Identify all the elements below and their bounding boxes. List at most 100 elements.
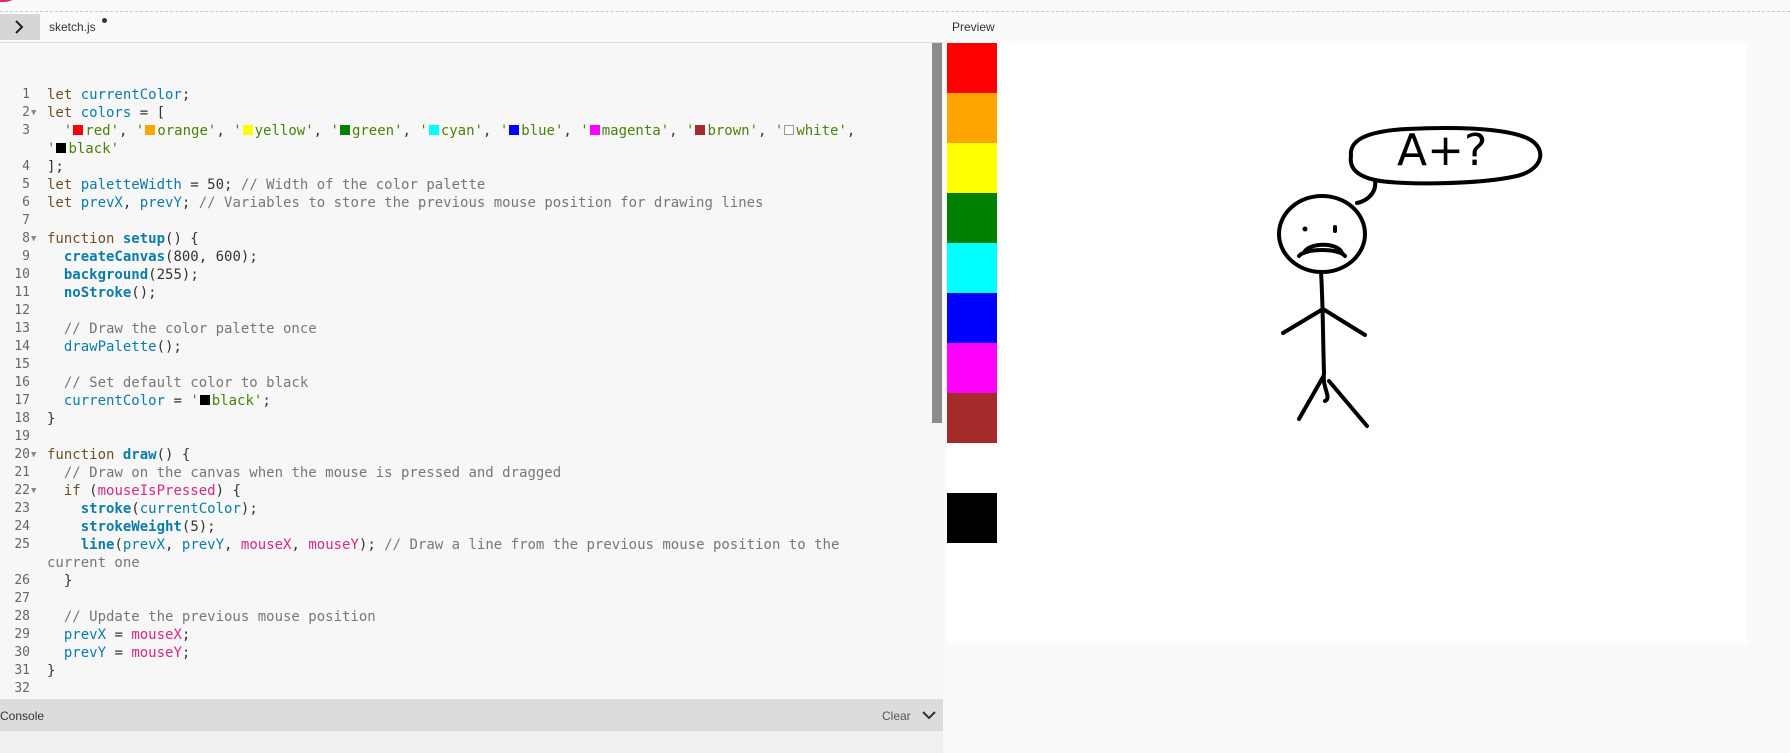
code-token: black'	[211, 393, 263, 409]
code-token: let	[47, 87, 81, 103]
speech-text: A+?	[1397, 125, 1487, 176]
code-token: ,	[165, 537, 182, 553]
code-text: ' black'	[47, 140, 119, 158]
line-number: 15	[14, 357, 30, 372]
line-number: 13	[14, 321, 30, 336]
color-swatch-icon	[339, 125, 350, 135]
code-line[interactable]: 7	[0, 212, 930, 230]
sidebar-toggle-button[interactable]	[0, 14, 40, 40]
palette-swatch[interactable]	[947, 343, 997, 393]
code-line[interactable]: 13 // Draw the color palette once	[0, 320, 930, 338]
code-line[interactable]: 19	[0, 428, 930, 446]
chevron-down-icon[interactable]	[922, 709, 936, 721]
code-token: drawPalette	[63, 339, 157, 355]
code-token: ;	[181, 645, 191, 661]
code-line[interactable]: 23 stroke(currentColor);	[0, 500, 930, 518]
code-token: 800	[173, 249, 199, 265]
color-swatch-icon	[199, 395, 210, 405]
code-line[interactable]: 21 // Draw on the canvas when the mouse …	[0, 464, 930, 482]
palette-swatch[interactable]	[947, 393, 997, 443]
sketch-canvas[interactable]: A+?	[947, 43, 1747, 643]
fold-arrow-icon[interactable]: ▼	[31, 230, 36, 248]
line-number: 30	[14, 645, 30, 660]
code-token: =	[106, 627, 132, 643]
code-area[interactable]: 1 let currentColor; 2 ▼ let colors = [3 ' re…	[0, 68, 930, 699]
code-line[interactable]: 32	[0, 680, 930, 698]
code-token: if	[63, 483, 90, 499]
code-text: // Draw on the canvas when the mouse is …	[47, 464, 561, 482]
code-line[interactable]: 2 ▼ let colors = [	[0, 104, 930, 122]
fold-arrow-icon[interactable]: ▼	[31, 482, 36, 500]
code-token: 600	[215, 249, 241, 265]
palette-swatch[interactable]	[947, 143, 997, 193]
code-token: );	[358, 537, 385, 553]
code-line[interactable]: 28 // Update the previous mouse position	[0, 608, 930, 626]
code-token: '	[580, 123, 589, 139]
code-line[interactable]: 9 createCanvas(800, 600);	[0, 248, 930, 266]
editor-scrollbar[interactable]	[932, 43, 942, 423]
palette-swatch[interactable]	[947, 293, 997, 343]
code-line[interactable]: 4];	[0, 158, 930, 176]
code-line[interactable]: 25 line(prevX, prevY, mouseX, mouseY); /…	[0, 536, 930, 554]
fold-arrow-icon[interactable]: ▼	[31, 104, 36, 122]
code-line[interactable]: current one	[0, 554, 930, 572]
code-token: // Width of the color palette	[240, 177, 486, 193]
code-line[interactable]: 20 ▼ function draw() {	[0, 446, 930, 464]
code-line[interactable]: 10 background(255);	[0, 266, 930, 284]
code-token: '	[190, 393, 199, 409]
fold-arrow-icon[interactable]: ▼	[31, 446, 36, 464]
code-token: white'	[796, 123, 847, 139]
palette-swatch[interactable]	[947, 193, 997, 243]
stick-figure-drawing: A+?	[1277, 125, 1543, 428]
line-number: 4	[22, 159, 30, 174]
palette-swatch[interactable]	[947, 493, 997, 543]
code-line[interactable]: 31}	[0, 662, 930, 680]
line-number: 19	[14, 429, 30, 444]
code-line[interactable]: 6 let prevX, prevY; // Variables to store…	[0, 194, 930, 212]
code-line[interactable]: 11 noStroke();	[0, 284, 930, 302]
code-line[interactable]: ' black'	[0, 140, 930, 158]
code-line[interactable]: 8 ▼ function setup() {	[0, 230, 930, 248]
line-number: 5	[22, 177, 30, 192]
code-line[interactable]: 16 // Set default color to black	[0, 374, 930, 392]
code-line[interactable]: 17 currentColor = ' black';	[0, 392, 930, 410]
preview-label: Preview	[952, 20, 995, 34]
line-number: 32	[14, 681, 30, 696]
code-line[interactable]: 1 let currentColor;	[0, 86, 930, 104]
code-line[interactable]: 15	[0, 356, 930, 374]
code-line[interactable]: 27	[0, 590, 930, 608]
code-line[interactable]: 30 prevY = mouseY;	[0, 644, 930, 662]
code-line[interactable]: 18}	[0, 410, 930, 428]
code-line[interactable]	[0, 68, 930, 86]
code-line[interactable]: 3 ' red', ' orange', ' yellow', ' green', ' c…	[0, 122, 930, 140]
color-swatch-icon	[242, 125, 253, 135]
palette-swatch[interactable]	[947, 443, 997, 493]
code-line[interactable]: 26 }	[0, 572, 930, 590]
code-token: (	[131, 501, 140, 517]
code-line[interactable]: 12	[0, 302, 930, 320]
line-number: 24	[14, 519, 30, 534]
code-line[interactable]: 22 ▼ if (mouseIsPressed) {	[0, 482, 930, 500]
code-editor[interactable]: 1 let currentColor; 2 ▼ let colors = [3 ' re…	[0, 43, 943, 699]
console-output	[0, 731, 943, 753]
code-text: line(prevX, prevY, mouseX, mouseY); // D…	[47, 536, 840, 554]
code-line[interactable]: 29 prevX = mouseX;	[0, 626, 930, 644]
palette-swatch[interactable]	[947, 43, 997, 93]
code-token: stroke	[80, 501, 132, 517]
file-tab-sketch[interactable]: sketch.js	[49, 20, 96, 34]
code-token: prevX	[63, 627, 107, 643]
code-line[interactable]: 14 drawPalette();	[0, 338, 930, 356]
code-token: brown'	[707, 123, 759, 139]
console-clear-button[interactable]: Clear	[882, 709, 911, 723]
line-number: 1	[22, 87, 30, 102]
code-text: if (mouseIsPressed) {	[47, 482, 241, 500]
code-line[interactable]: 24 strokeWeight(5);	[0, 518, 930, 536]
code-token: ,	[224, 537, 241, 553]
code-token: prevY	[139, 195, 182, 211]
code-line[interactable]: 5 let paletteWidth = 50; // Width of the …	[0, 176, 930, 194]
code-text: let currentColor;	[47, 86, 199, 104]
palette-swatch[interactable]	[947, 243, 997, 293]
palette-swatch[interactable]	[947, 93, 997, 143]
